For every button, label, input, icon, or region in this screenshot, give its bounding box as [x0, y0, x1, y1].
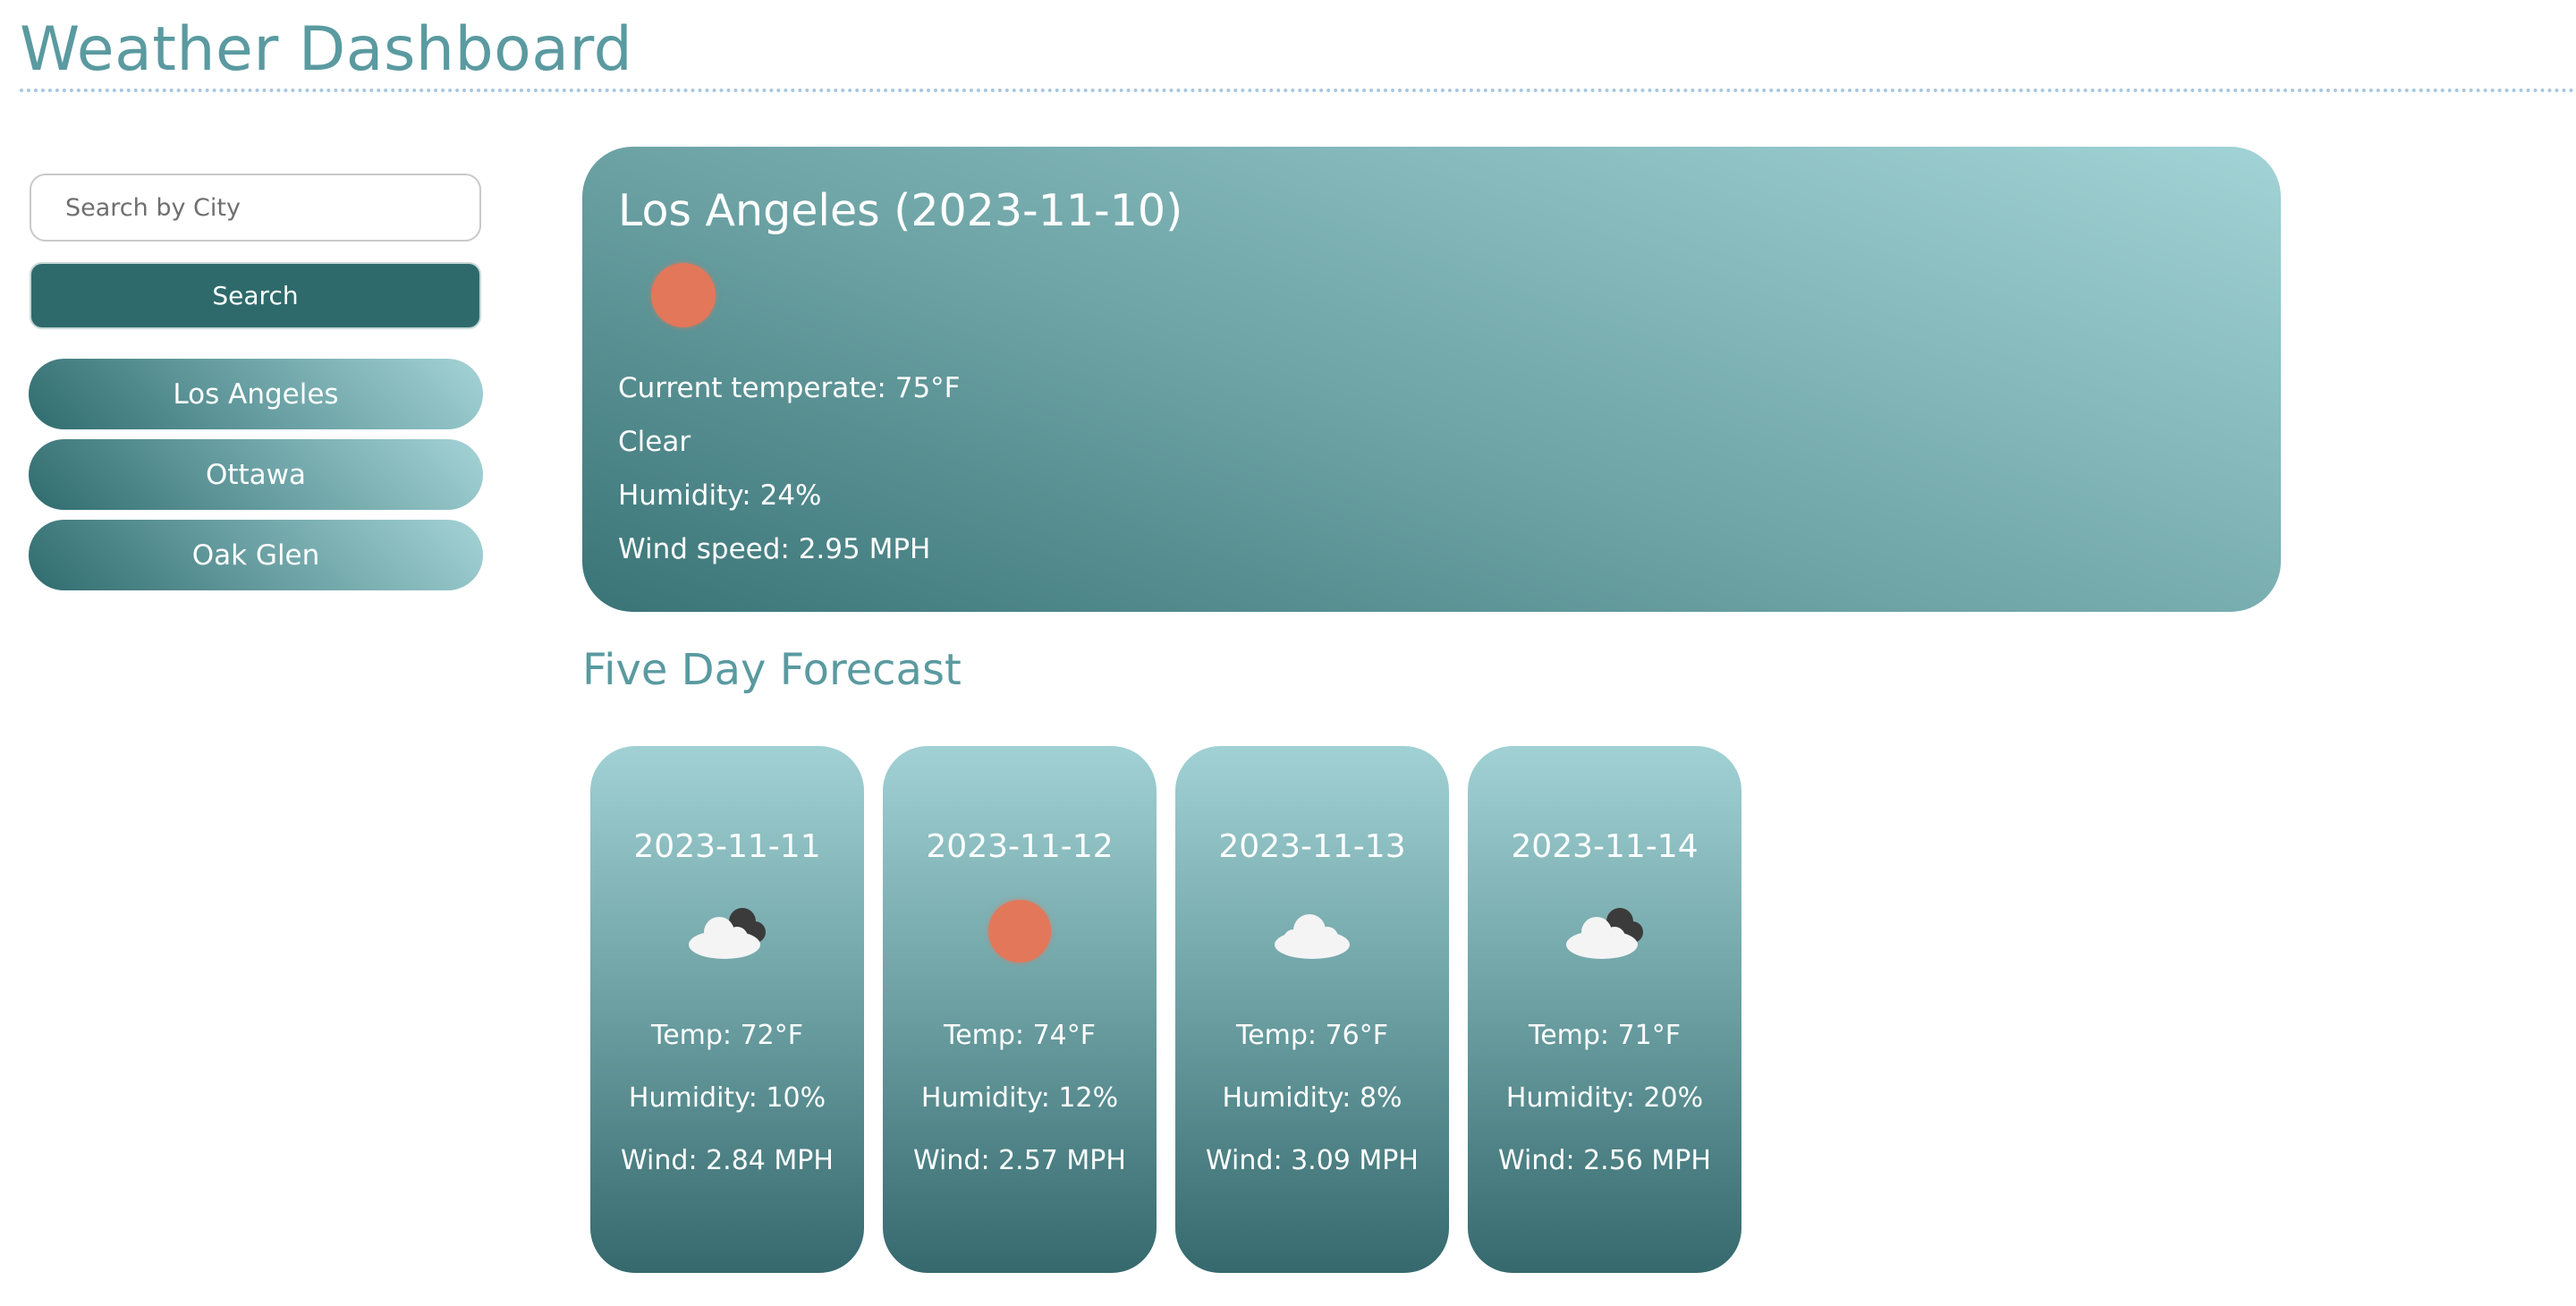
current-humidity: Humidity: 24%: [618, 479, 822, 512]
cloud-icon: [1258, 895, 1366, 967]
forecast-humidity: Humidity: 10%: [628, 1082, 826, 1114]
history-item-ottawa[interactable]: Ottawa: [29, 439, 483, 510]
current-temperature: Current temperate: 75°F: [618, 371, 961, 404]
forecast-temp: Temp: 71°F: [1528, 1020, 1682, 1051]
forecast-date: 2023-11-13: [1218, 828, 1406, 865]
forecast-list: 2023-11-11 Temp: 72°F Humidity: 10% Wind…: [590, 746, 1741, 1273]
sun-icon: [651, 262, 716, 327]
search-button[interactable]: Search: [30, 262, 481, 329]
forecast-wind: Wind: 2.84 MPH: [621, 1145, 834, 1176]
current-city-title: Los Angeles (2023-11-10): [618, 185, 1183, 236]
search-input[interactable]: [30, 174, 481, 242]
forecast-card: 2023-11-11 Temp: 72°F Humidity: 10% Wind…: [590, 746, 864, 1273]
current-condition: Clear: [618, 425, 691, 458]
forecast-date: 2023-11-12: [926, 828, 1114, 865]
history-item-los-angeles[interactable]: Los Angeles: [29, 359, 483, 429]
forecast-card: 2023-11-12 Temp: 74°F Humidity: 12% Wind…: [883, 746, 1157, 1273]
forecast-humidity: Humidity: 20%: [1505, 1082, 1704, 1114]
forecast-date: 2023-11-11: [633, 828, 821, 865]
current-weather-card: Los Angeles (2023-11-10) Current tempera…: [582, 147, 2281, 612]
forecast-temp: Temp: 76°F: [1235, 1020, 1389, 1051]
forecast-temp: Temp: 74°F: [943, 1020, 1097, 1051]
forecast-humidity: Humidity: 8%: [1222, 1082, 1402, 1114]
search-history: Los Angeles Ottawa Oak Glen: [29, 359, 483, 600]
partly-cloudy-icon: [674, 895, 781, 967]
sun-icon: [966, 895, 1073, 967]
history-item-oak-glen[interactable]: Oak Glen: [29, 520, 483, 590]
current-wind: Wind speed: 2.95 MPH: [618, 532, 931, 565]
forecast-temp: Temp: 72°F: [650, 1020, 804, 1051]
forecast-date: 2023-11-14: [1511, 828, 1699, 865]
page-title: Weather Dashboard: [20, 14, 633, 85]
forecast-humidity: Humidity: 12%: [920, 1082, 1119, 1114]
forecast-card: 2023-11-14 Temp: 71°F Humidity: 20% Wind…: [1468, 746, 1741, 1273]
forecast-wind: Wind: 3.09 MPH: [1206, 1145, 1419, 1176]
forecast-heading: Five Day Forecast: [582, 645, 962, 695]
title-divider: [20, 89, 2576, 92]
forecast-wind: Wind: 2.56 MPH: [1498, 1145, 1711, 1176]
forecast-card: 2023-11-13 Temp: 76°F Humidity: 8% Wind:…: [1175, 746, 1449, 1273]
forecast-wind: Wind: 2.57 MPH: [913, 1145, 1126, 1176]
partly-cloudy-icon: [1551, 895, 1658, 967]
